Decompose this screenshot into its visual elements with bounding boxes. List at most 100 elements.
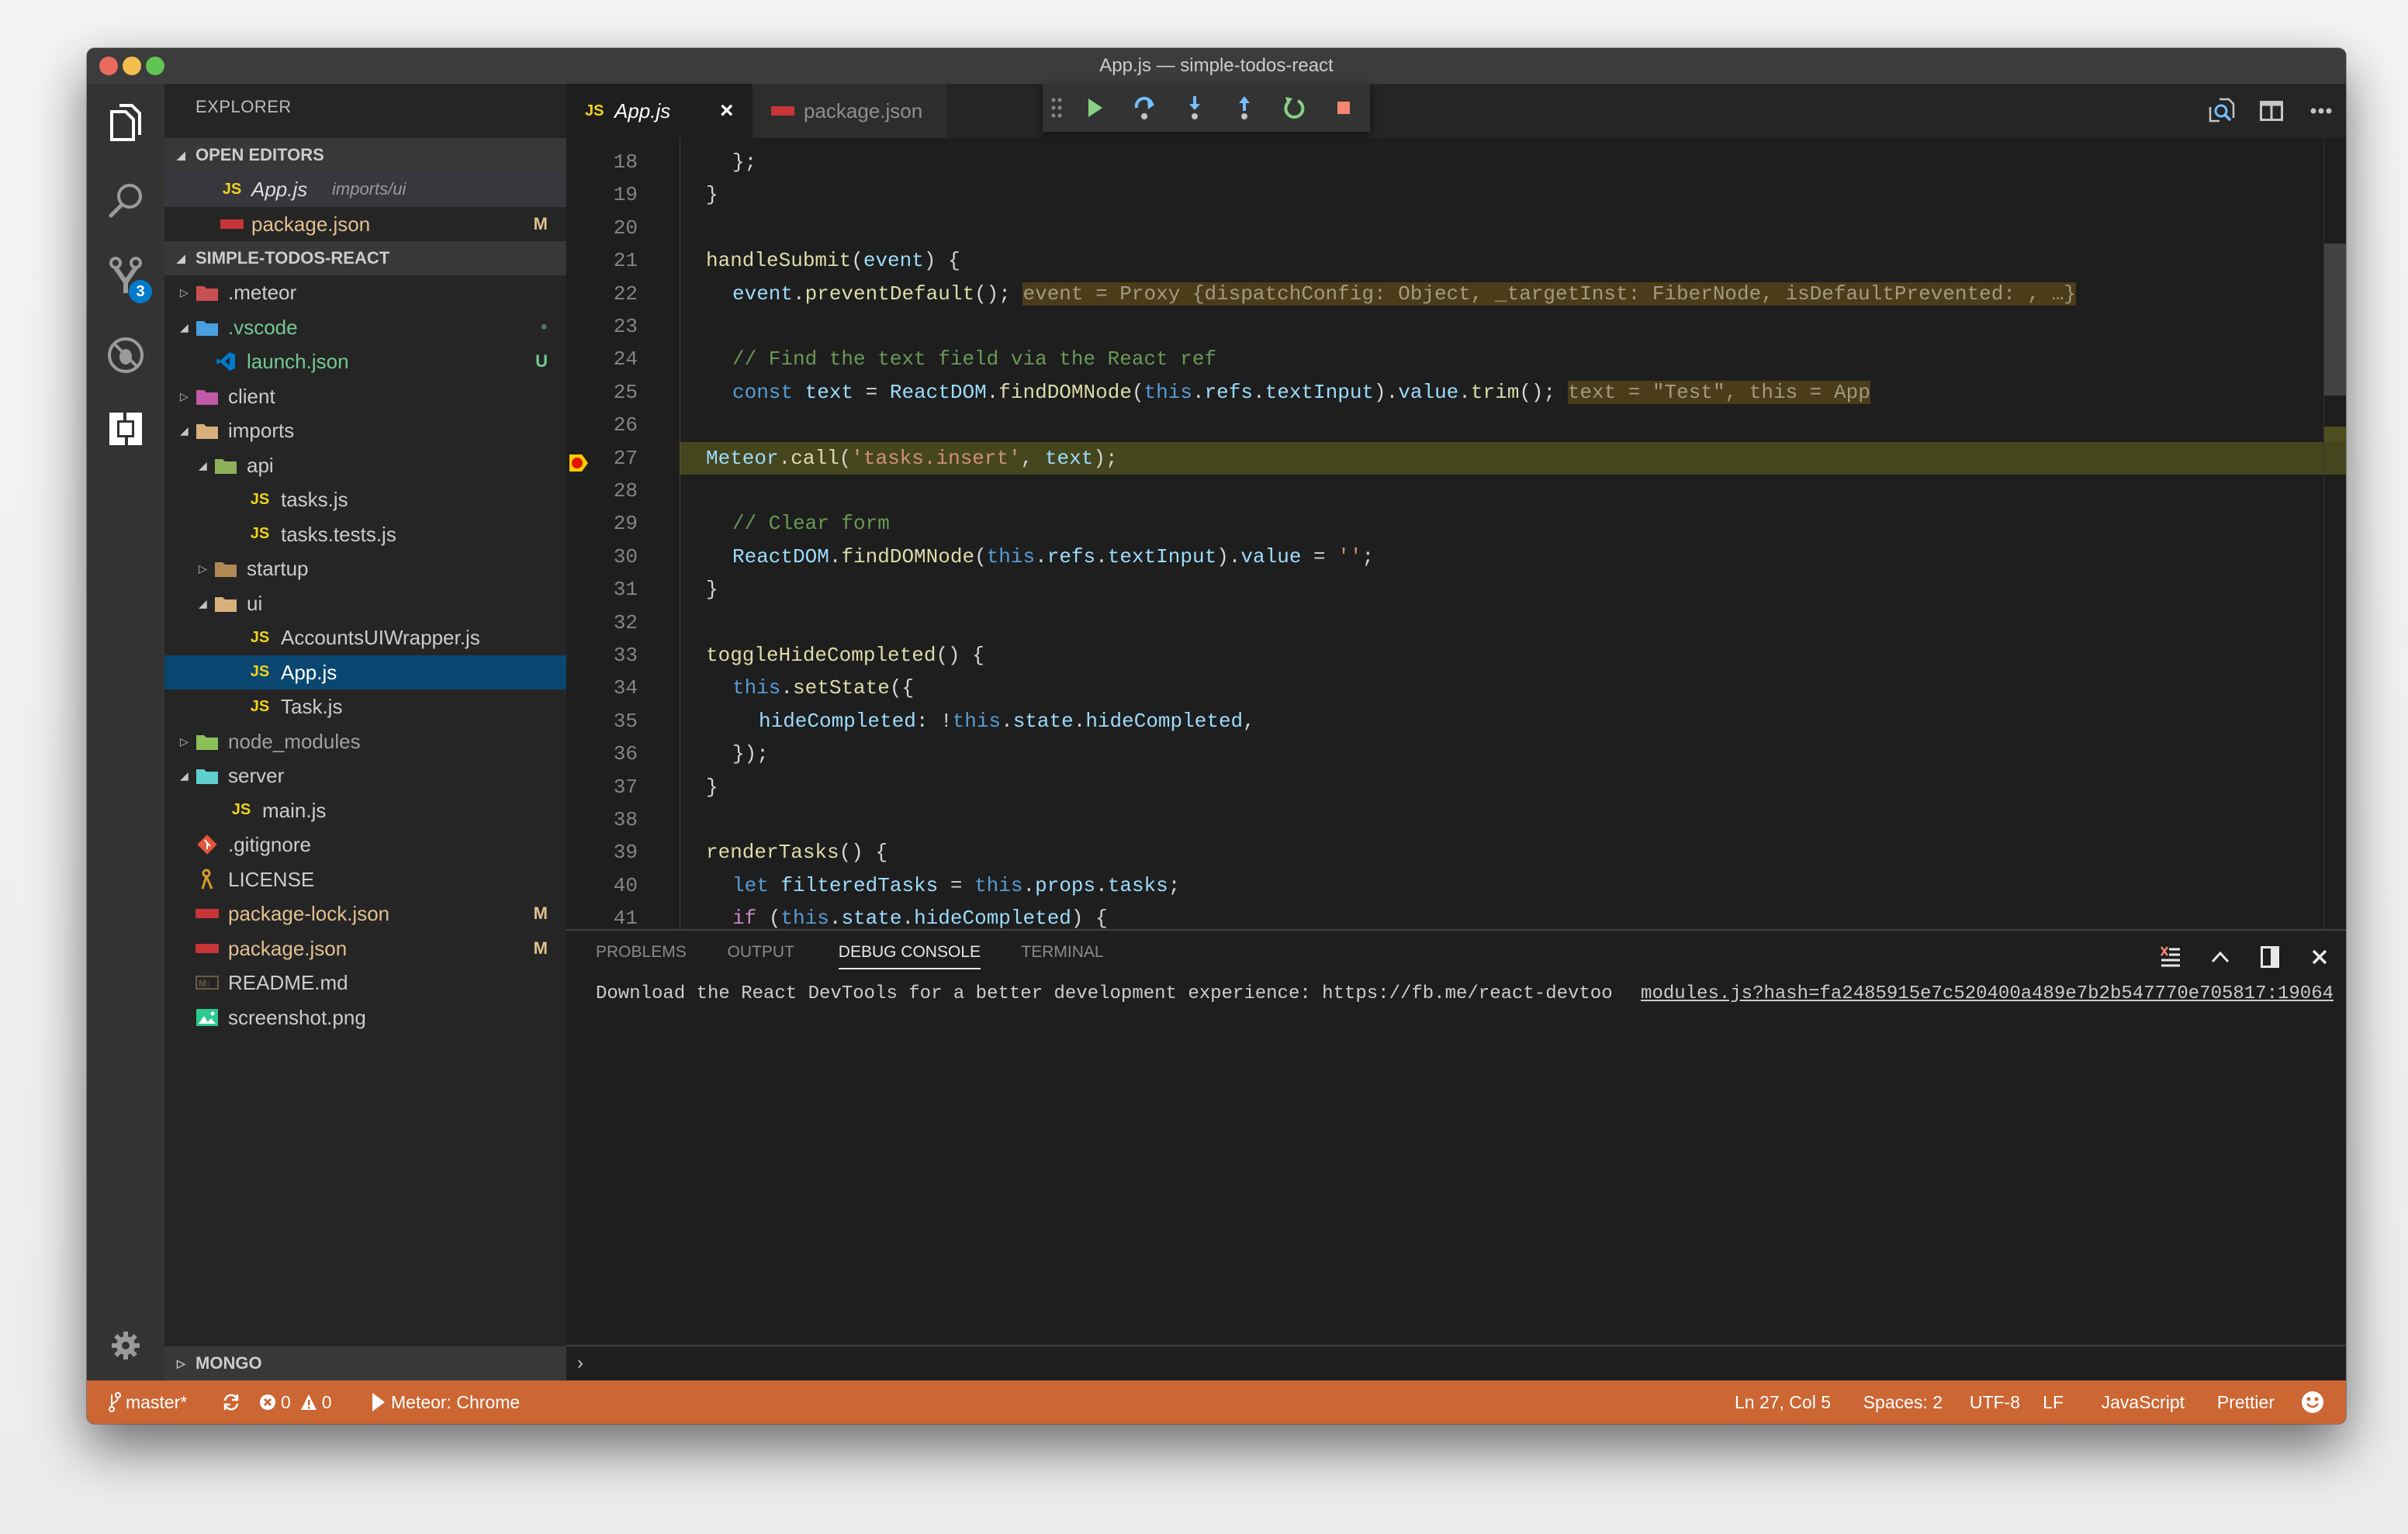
code-token: . xyxy=(1253,380,1265,404)
play-icon xyxy=(372,1393,385,1411)
cursor-position[interactable]: Ln 27, Col 5 xyxy=(1735,1380,1831,1424)
activity-search[interactable] xyxy=(87,165,164,235)
minimize-window-button[interactable] xyxy=(123,57,141,75)
tab-package-json[interactable]: package.json xyxy=(752,84,946,138)
debug-restart-button[interactable] xyxy=(1269,84,1319,132)
tree-item[interactable]: .gitignore xyxy=(164,827,566,862)
tab-app-js[interactable]: JS App.js × xyxy=(566,84,752,138)
tree-item[interactable]: ◢ imports xyxy=(164,413,566,448)
code-line: 39 renderTasks() { xyxy=(566,836,2346,869)
editor-scrollbar[interactable] xyxy=(2323,138,2346,929)
feedback-button[interactable] xyxy=(2301,1380,2324,1424)
tree-item[interactable]: JS tasks.tests.js xyxy=(164,517,566,552)
clear-console-button[interactable] xyxy=(2155,941,2186,973)
chevron-right-icon[interactable]: ▷ xyxy=(180,275,189,310)
open-editor-item[interactable]: package.json M xyxy=(164,207,566,242)
code-editor[interactable]: 18}; 19} 20 21 handleSubmit(event) {22 event.… xyxy=(566,138,2346,929)
project-header[interactable]: ◢ SIMPLE-TODOS-REACT xyxy=(164,241,566,275)
code-token: 'tasks.insert' xyxy=(851,446,1021,470)
panel-tab-debug-console[interactable]: DEBUG CONSOLE xyxy=(838,931,981,969)
tree-item-label: main.js xyxy=(262,798,327,822)
activity-settings[interactable] xyxy=(87,1311,164,1380)
encoding-setting[interactable]: UTF-8 xyxy=(1970,1380,2020,1424)
problems-indicator[interactable]: 0 0 xyxy=(259,1380,332,1424)
eol-setting[interactable]: LF xyxy=(2043,1380,2064,1424)
code-token: . xyxy=(1035,544,1047,568)
open-editor-item[interactable]: JS App.js imports/ui xyxy=(164,172,566,207)
tree-item[interactable]: LICENSE xyxy=(164,862,566,897)
chevron-down-icon[interactable]: ◢ xyxy=(180,758,189,793)
debug-continue-button[interactable] xyxy=(1071,84,1120,132)
debug-step-into-button[interactable] xyxy=(1170,84,1220,132)
activity-source-control[interactable]: 3 xyxy=(87,243,164,313)
formatter-indicator[interactable]: Prettier xyxy=(2217,1380,2275,1424)
tree-item[interactable]: ◢ api xyxy=(164,448,566,483)
debug-drag-handle[interactable] xyxy=(1043,84,1071,132)
toggle-panel-position-button[interactable] xyxy=(2254,941,2285,973)
mongo-section-header[interactable]: ▷ MONGO xyxy=(164,1346,566,1380)
line-number: 29 xyxy=(613,512,638,536)
tree-item[interactable]: M↓ README.md xyxy=(164,966,566,1000)
git-status-badge: M xyxy=(533,938,548,958)
panel-tab-output[interactable]: OUTPUT xyxy=(728,931,794,974)
tree-item-label: package-lock.json xyxy=(228,902,390,925)
maximize-panel-button[interactable] xyxy=(2205,941,2236,973)
chevron-right-icon[interactable]: ▷ xyxy=(199,551,207,586)
tree-item[interactable]: package.json M xyxy=(164,931,566,966)
maximize-window-button[interactable] xyxy=(146,57,164,75)
debug-config-indicator[interactable]: Meteor: Chrome xyxy=(371,1380,520,1424)
chevron-down-icon[interactable]: ◢ xyxy=(199,448,207,483)
debug-stop-button[interactable] xyxy=(1319,84,1368,132)
extensions-icon xyxy=(109,411,142,447)
code-token: ) { xyxy=(1071,907,1108,929)
tree-item[interactable]: launch.json U xyxy=(164,344,566,379)
stop-icon xyxy=(1337,102,1350,114)
debug-step-over-button[interactable] xyxy=(1120,84,1170,132)
sync-button[interactable] xyxy=(222,1380,240,1424)
debug-toolbar xyxy=(1043,84,1370,132)
chevron-right-icon[interactable]: ▷ xyxy=(180,379,189,414)
tree-item[interactable]: JS AccountsUIWrapper.js xyxy=(164,620,566,655)
more-actions-button[interactable] xyxy=(2296,84,2346,138)
language-mode[interactable]: JavaScript xyxy=(2102,1380,2185,1424)
tree-item[interactable]: JS main.js xyxy=(164,793,566,828)
split-editor-button[interactable] xyxy=(2247,84,2296,138)
open-changes-button[interactable] xyxy=(2197,84,2247,138)
tree-item[interactable]: ▷ startup xyxy=(164,551,566,586)
scrollbar-thumb[interactable] xyxy=(2324,244,2346,396)
close-panel-button[interactable] xyxy=(2304,941,2335,973)
tree-item[interactable]: JS App.js xyxy=(164,655,566,689)
tree-item[interactable]: ◢ server xyxy=(164,758,566,793)
restart-icon xyxy=(1284,97,1305,119)
panel-tab-terminal[interactable]: TERMINAL xyxy=(1021,931,1103,974)
close-window-button[interactable] xyxy=(99,57,118,75)
activity-extensions[interactable] xyxy=(87,394,164,464)
tree-item[interactable]: ▷ .meteor xyxy=(164,275,566,310)
chevron-right-icon[interactable]: ▷ xyxy=(180,724,189,759)
chevron-down-icon[interactable]: ◢ xyxy=(180,413,189,448)
tree-item[interactable]: package-lock.json M xyxy=(164,897,566,931)
debug-console-input[interactable]: › xyxy=(566,1345,2346,1380)
activity-debug[interactable] xyxy=(87,320,164,390)
panel-tab-problems[interactable]: PROBLEMS xyxy=(596,931,687,974)
tree-item[interactable]: ▷ client xyxy=(164,379,566,414)
tree-item[interactable]: ◢ .vscode ● xyxy=(164,310,566,345)
branch-indicator[interactable]: master* xyxy=(109,1380,187,1424)
tree-item[interactable]: ◢ ui xyxy=(164,586,566,621)
chevron-down-icon[interactable]: ◢ xyxy=(199,586,207,621)
tree-item-label: api xyxy=(247,453,274,477)
tree-item[interactable]: ▷ node_modules xyxy=(164,724,566,759)
indentation-setting[interactable]: Spaces: 2 xyxy=(1863,1380,1943,1424)
tree-item[interactable]: JS Task.js xyxy=(164,689,566,724)
tree-item[interactable]: screenshot.png xyxy=(164,1000,566,1035)
debug-step-out-button[interactable] xyxy=(1220,84,1269,132)
open-editors-header[interactable]: ◢ OPEN EDITORS xyxy=(164,138,566,172)
console-source-link[interactable]: modules.js?hash=fa2485915e7c520400a489e7… xyxy=(1641,983,2334,1004)
chevron-right-icon: ▷ xyxy=(177,1357,185,1370)
tree-item[interactable]: JS tasks.js xyxy=(164,482,566,517)
activity-explorer[interactable] xyxy=(87,88,164,157)
code-token: . xyxy=(986,380,999,404)
close-tab-icon[interactable]: × xyxy=(720,84,734,138)
code-token: . xyxy=(901,907,915,929)
chevron-down-icon[interactable]: ◢ xyxy=(180,310,189,345)
